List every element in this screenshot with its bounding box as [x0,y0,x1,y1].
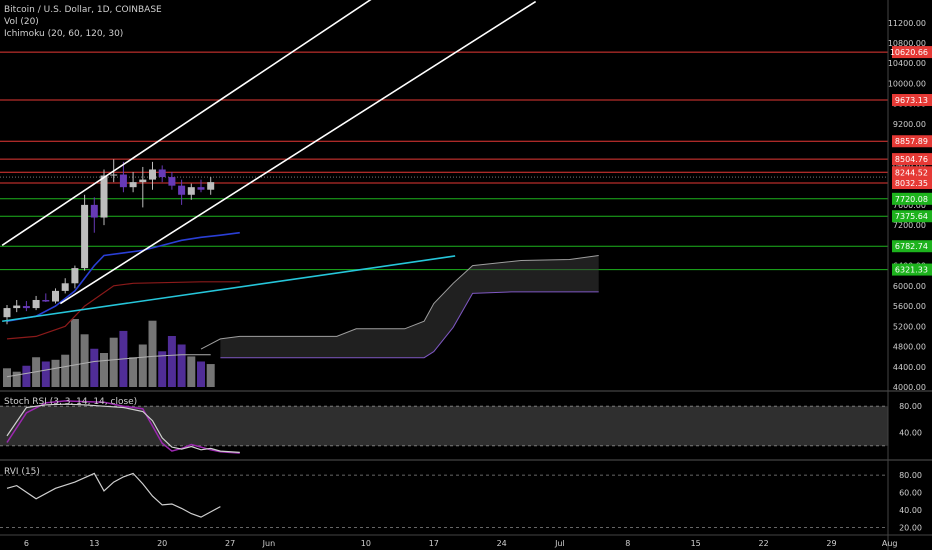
time-tick-label: 27 [225,539,235,548]
level-badge-label: 6782.74 [895,242,928,251]
volume-legend: Vol (20) [4,17,39,27]
stoch-tick-label: 80.00 [899,402,922,411]
time-tick-label: 24 [497,539,507,548]
rvi-legend: RVI (15) [4,467,40,477]
candle-body [129,182,137,188]
time-tick-label: 10 [361,539,371,548]
candle-body [61,283,69,291]
time-tick-label: 22 [759,539,769,548]
rvi-tick-label: 60.00 [899,489,922,498]
stoch-tick-label: 40.00 [899,429,922,438]
time-tick-label: Jul [554,539,565,548]
level-badge-label: 6321.33 [895,266,928,275]
rvi-tick-label: 80.00 [899,471,922,480]
volume-bar [61,354,70,387]
time-tick-label: 29 [826,539,836,548]
level-badge-label: 9673.13 [895,96,928,105]
volume-bar [206,364,215,387]
candle-body [100,175,108,218]
time-tick-label: 17 [429,539,439,548]
candle-body [110,174,118,176]
level-badge-label: 7720.08 [895,195,928,204]
level-badge-label: 10620.66 [890,48,928,57]
time-tick-label: Aug [882,539,898,548]
level-badge-label: 8244.52 [895,168,928,177]
time-tick-label: 6 [24,539,29,548]
volume-bar [109,337,118,387]
candle-body [13,305,21,309]
price-tick-label: 7200.00 [893,221,926,230]
candle-body [139,179,147,183]
volume-bar [158,351,167,387]
candle-body [52,290,59,302]
volume-bar [197,361,205,387]
volume-bar [148,320,157,387]
volume-bar [70,319,79,387]
level-badge-label: 8504.76 [895,155,928,164]
time-tick-label: 20 [157,539,167,548]
volume-bar [90,348,99,387]
stoch-band [0,406,888,446]
stoch-rsi-legend: Stoch RSI (3, 3, 14, 14, close) [4,397,138,407]
candle-body [197,187,205,190]
time-tick-label: Jun [262,539,276,548]
time-tick-label: 15 [691,539,701,548]
time-tick-label: 8 [625,539,630,548]
volume-bar [22,365,31,387]
volume-bar [129,357,138,387]
candle-body [207,182,215,190]
price-tick-label: 9200.00 [893,120,926,129]
level-badge-label: 8032.35 [895,179,928,188]
symbol-title: Bitcoin / U.S. Dollar, 1D, COINBASE [4,5,162,15]
rvi-tick-label: 40.00 [899,506,922,515]
volume-bar [12,371,21,387]
volume-bar [167,336,176,387]
price-tick-label: 4800.00 [893,343,926,352]
candle-body [168,177,176,186]
volume-bar [51,359,60,387]
candle-body [42,299,50,302]
price-tick-label: 11200.00 [888,19,926,28]
candle-body [3,308,11,318]
volume-bar [80,334,89,387]
candle-body [178,185,186,195]
price-tick-label: 5200.00 [893,322,926,331]
candle-body [119,174,127,188]
candle-body [81,204,89,269]
chart-legend: Bitcoin / U.S. Dollar, 1D, COINBASE Vol … [4,4,162,40]
level-badge-label: 8857.89 [895,137,928,146]
price-tick-label: 5600.00 [893,302,926,311]
volume-bar [138,344,147,387]
level-badge-label: 7375.64 [895,212,928,221]
price-tick-label: 6000.00 [893,282,926,291]
candle-body [71,268,79,284]
ichimoku-legend: Ichimoku (20, 60, 120, 30) [4,29,124,39]
price-tick-label: 4000.00 [893,383,926,392]
candle-body [187,187,195,195]
candle-body [158,169,166,178]
rvi-tick-label: 20.00 [899,524,922,533]
volume-bar [100,353,108,387]
volume-bar [177,344,186,387]
candle-body [90,204,98,218]
candle-body [22,306,30,309]
price-chart[interactable]: 4000.00 4400.00 4800.00 5200.00 5600.00 6000.… [0,0,932,550]
price-tick-label: 10400.00 [888,59,926,68]
candle-body [32,299,40,309]
price-tick-label: 4400.00 [893,363,926,372]
volume-bar [187,356,196,387]
time-tick-label: 13 [89,539,99,548]
price-tick-label: 10000.00 [888,79,926,88]
candle-body [149,169,156,180]
volume-bar [3,368,11,387]
volume-bar [41,361,50,387]
